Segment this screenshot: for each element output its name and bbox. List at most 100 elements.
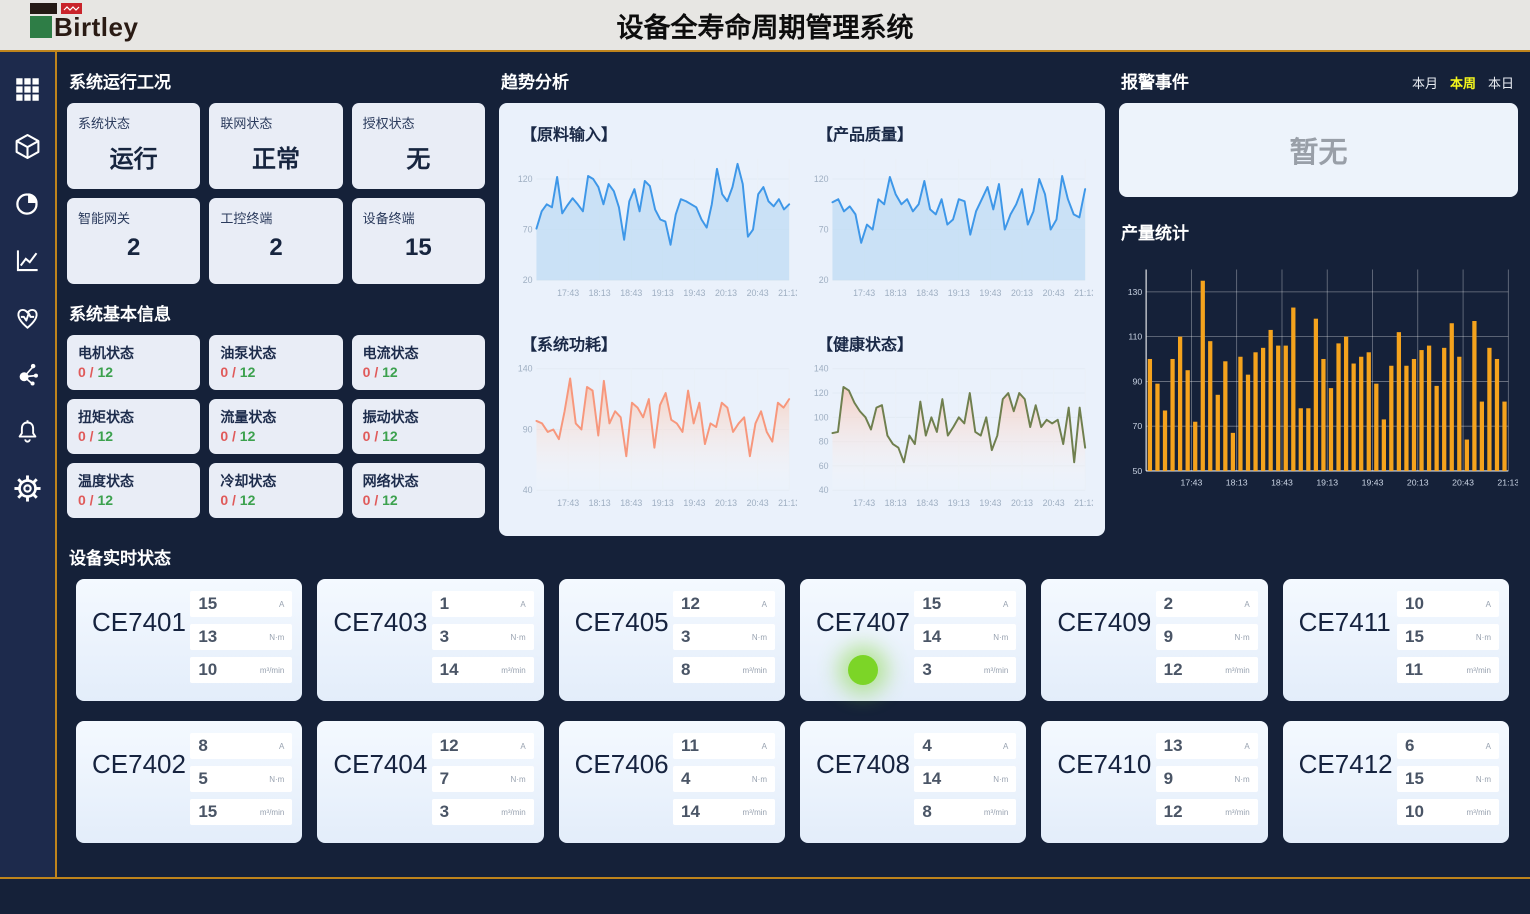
svg-text:110: 110 bbox=[1128, 332, 1142, 342]
svg-text:120: 120 bbox=[814, 174, 829, 184]
device-unit: m³/min bbox=[984, 808, 1008, 817]
alarm-tab-week[interactable]: 本周 bbox=[1450, 73, 1476, 92]
device-card-CE7412[interactable]: CE7412 6 A 15 N·m 10 m³/min bbox=[1283, 721, 1509, 843]
info-card-count: 0 / 12 bbox=[363, 492, 474, 508]
trend-chart-power: 【系统功耗】 409014017:4318:1318:4319:1319:432… bbox=[511, 323, 797, 529]
alarm-empty-text: 暂无 bbox=[1289, 129, 1347, 171]
status-card-value: 2 bbox=[78, 234, 189, 262]
status-card-value: 正常 bbox=[220, 139, 331, 174]
device-unit: m³/min bbox=[984, 666, 1008, 675]
svg-text:17:43: 17:43 bbox=[853, 498, 875, 508]
svg-text:19:13: 19:13 bbox=[652, 288, 674, 298]
system-panel: 系统运行工况 系统状态 运行 联网状态 正常 授权状态 无 智能网关 2 工控终… bbox=[67, 66, 485, 524]
device-value-row: 15 A bbox=[914, 591, 1016, 617]
device-card-CE7409[interactable]: CE7409 2 A 9 N·m 12 m³/min bbox=[1041, 579, 1267, 701]
svg-text:21:13: 21:13 bbox=[1074, 288, 1093, 298]
device-card-CE7407[interactable]: CE7407 15 A 14 N·m 3 m³/min bbox=[800, 579, 1026, 701]
device-card-CE7406[interactable]: CE7406 11 A 4 N·m 14 m³/min bbox=[559, 721, 785, 843]
footer-bar bbox=[0, 879, 1530, 914]
line-chart-button[interactable] bbox=[11, 243, 45, 277]
device-value-row: 14 N·m bbox=[914, 766, 1016, 792]
svg-text:20: 20 bbox=[523, 275, 533, 285]
bell-button[interactable] bbox=[11, 414, 45, 448]
device-value-row: 15 N·m bbox=[1397, 766, 1499, 792]
svg-text:20:13: 20:13 bbox=[1011, 288, 1033, 298]
alarm-tab-month[interactable]: 本月 bbox=[1412, 73, 1438, 92]
trend-charts: 【原料输入】 207012017:4318:1318:4319:1319:432… bbox=[499, 103, 1105, 536]
device-card-CE7411[interactable]: CE7411 10 A 15 N·m 11 m³/min bbox=[1283, 579, 1509, 701]
device-unit: m³/min bbox=[1225, 666, 1249, 675]
svg-text:19:43: 19:43 bbox=[979, 288, 1001, 298]
device-value-row: 3 N·m bbox=[432, 624, 534, 650]
device-unit: A bbox=[762, 742, 767, 751]
device-card-CE7403[interactable]: CE7403 1 A 3 N·m 14 m³/min bbox=[317, 579, 543, 701]
pie-chart-icon bbox=[14, 190, 41, 217]
device-value-row: 12 m³/min bbox=[1156, 799, 1258, 825]
device-value: 15 bbox=[1405, 769, 1424, 789]
device-unit: m³/min bbox=[743, 808, 767, 817]
alarm-empty-card: 暂无 bbox=[1119, 103, 1518, 197]
network-button[interactable] bbox=[11, 357, 45, 391]
status-card-label: 智能网关 bbox=[78, 208, 189, 227]
svg-text:80: 80 bbox=[819, 437, 829, 447]
device-value: 5 bbox=[198, 769, 207, 789]
svg-text:21:13: 21:13 bbox=[778, 498, 797, 508]
status-card: 系统状态 运行 bbox=[67, 103, 200, 189]
device-unit: A bbox=[1486, 742, 1491, 751]
bell-icon bbox=[14, 418, 41, 445]
cube-button[interactable] bbox=[11, 129, 45, 163]
alarm-production-section: 报警事件 本月本周本日 暂无 产量统计 50709011013017:4318:… bbox=[1119, 66, 1518, 524]
health-pulse-button[interactable] bbox=[11, 300, 45, 334]
gear-button[interactable] bbox=[11, 471, 45, 505]
device-value-row: 4 N·m bbox=[673, 766, 775, 792]
svg-text:20: 20 bbox=[819, 275, 829, 285]
svg-text:19:13: 19:13 bbox=[652, 498, 674, 508]
status-card-value: 运行 bbox=[78, 139, 189, 174]
svg-text:18:13: 18:13 bbox=[885, 288, 907, 298]
device-unit: N·m bbox=[269, 633, 284, 642]
device-name: CE7409 bbox=[1041, 579, 1155, 701]
device-card-CE7405[interactable]: CE7405 12 A 3 N·m 8 m³/min bbox=[559, 579, 785, 701]
device-card-CE7410[interactable]: CE7410 13 A 9 N·m 12 m³/min bbox=[1041, 721, 1267, 843]
device-value-row: 14 N·m bbox=[914, 624, 1016, 650]
device-unit: A bbox=[279, 600, 284, 609]
device-value: 7 bbox=[440, 769, 449, 789]
device-card-CE7401[interactable]: CE7401 15 A 13 N·m 10 m³/min bbox=[76, 579, 302, 701]
info-card-label: 温度状态 bbox=[78, 471, 189, 491]
device-value: 13 bbox=[1164, 736, 1183, 756]
device-values: 4 A 14 N·m 8 m³/min bbox=[914, 721, 1026, 843]
device-unit: A bbox=[1486, 600, 1491, 609]
device-value-row: 15 m³/min bbox=[190, 799, 292, 825]
device-unit: A bbox=[520, 600, 525, 609]
device-value: 4 bbox=[681, 769, 690, 789]
info-card-count: 0 / 12 bbox=[220, 428, 331, 444]
device-value-row: 14 m³/min bbox=[673, 799, 775, 825]
device-unit: A bbox=[1244, 600, 1249, 609]
device-value-row: 3 m³/min bbox=[432, 799, 534, 825]
info-card-count: 0 / 12 bbox=[78, 364, 189, 380]
info-card-label: 扭矩状态 bbox=[78, 407, 189, 427]
device-card-CE7404[interactable]: CE7404 12 A 7 N·m 3 m³/min bbox=[317, 721, 543, 843]
apps-grid-button[interactable] bbox=[11, 72, 45, 106]
pie-chart-button[interactable] bbox=[11, 186, 45, 220]
alarm-tab-day[interactable]: 本日 bbox=[1488, 73, 1514, 92]
device-value: 9 bbox=[1164, 627, 1173, 647]
info-card-count: 0 / 12 bbox=[363, 364, 474, 380]
device-card-CE7408[interactable]: CE7408 4 A 14 N·m 8 m³/min bbox=[800, 721, 1026, 843]
page-title: 设备全寿命周期管理系统 bbox=[0, 0, 1530, 50]
trend-section: 趋势分析 【原料输入】 207012017:4318:1318:4319:131… bbox=[499, 66, 1105, 524]
device-card-CE7402[interactable]: CE7402 8 A 5 N·m 15 m³/min bbox=[76, 721, 302, 843]
device-value-row: 1 A bbox=[432, 591, 534, 617]
device-value-row: 15 A bbox=[190, 591, 292, 617]
status-card-value: 2 bbox=[220, 234, 331, 262]
device-value-row: 3 N·m bbox=[673, 624, 775, 650]
device-value: 10 bbox=[198, 660, 217, 680]
svg-text:20:13: 20:13 bbox=[1011, 498, 1033, 508]
info-card-label: 网络状态 bbox=[363, 471, 474, 491]
svg-text:20:43: 20:43 bbox=[1043, 498, 1065, 508]
device-value: 3 bbox=[681, 627, 690, 647]
device-value-row: 12 A bbox=[673, 591, 775, 617]
device-value: 3 bbox=[922, 660, 931, 680]
device-value-row: 10 m³/min bbox=[1397, 799, 1499, 825]
device-value: 6 bbox=[1405, 736, 1414, 756]
